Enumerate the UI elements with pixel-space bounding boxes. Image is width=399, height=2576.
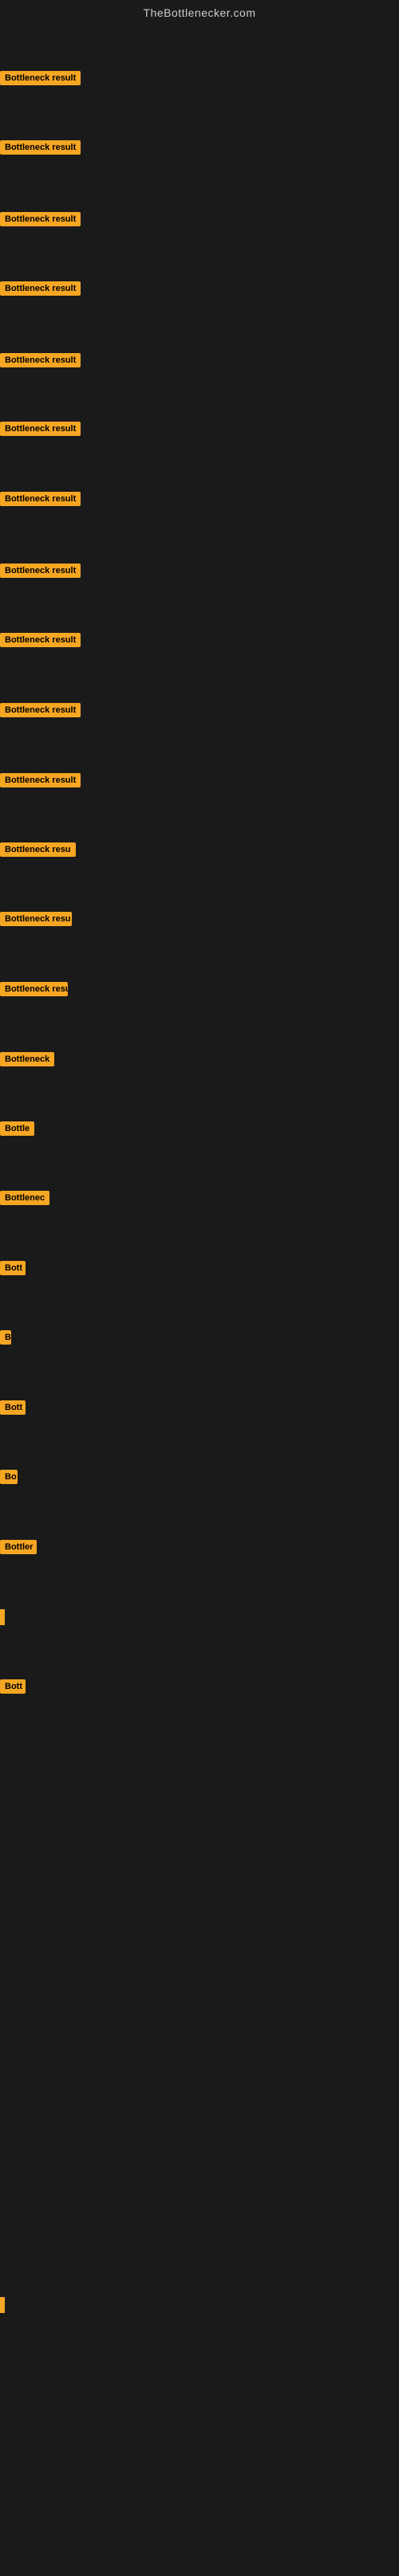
bottleneck-badge-23	[0, 1609, 5, 1625]
bottleneck-badge-6: Bottleneck result	[0, 422, 81, 436]
bottleneck-badge-18: Bott	[0, 1261, 26, 1275]
bottleneck-badge-20: Bott	[0, 1400, 26, 1415]
bottleneck-badge-5: Bottleneck result	[0, 353, 81, 367]
bottleneck-badge-25	[0, 2297, 5, 2313]
bottleneck-badge-15: Bottleneck	[0, 1052, 54, 1066]
bottleneck-badge-17: Bottlenec	[0, 1191, 49, 1205]
bottleneck-badge-16: Bottle	[0, 1121, 34, 1136]
bottleneck-badge-24: Bott	[0, 1679, 26, 1694]
bottleneck-badge-3: Bottleneck result	[0, 212, 81, 226]
bottleneck-badge-8: Bottleneck result	[0, 564, 81, 578]
bottleneck-badge-1: Bottleneck result	[0, 71, 81, 85]
bottleneck-badge-11: Bottleneck result	[0, 773, 81, 787]
bottleneck-badge-10: Bottleneck result	[0, 703, 81, 717]
site-title: TheBottlenecker.com	[0, 0, 399, 26]
bottleneck-badge-14: Bottleneck resu	[0, 982, 68, 996]
bottleneck-badge-13: Bottleneck resu	[0, 912, 72, 926]
bottleneck-badge-2: Bottleneck result	[0, 140, 81, 155]
bottleneck-badge-7: Bottleneck result	[0, 492, 81, 506]
bottleneck-badge-21: Bo	[0, 1470, 18, 1484]
bottleneck-badge-12: Bottleneck resu	[0, 842, 76, 857]
bottleneck-badge-22: Bottler	[0, 1540, 37, 1554]
bottleneck-badge-19: B	[0, 1330, 11, 1345]
bottleneck-badge-9: Bottleneck result	[0, 633, 81, 647]
bottleneck-badge-4: Bottleneck result	[0, 281, 81, 296]
